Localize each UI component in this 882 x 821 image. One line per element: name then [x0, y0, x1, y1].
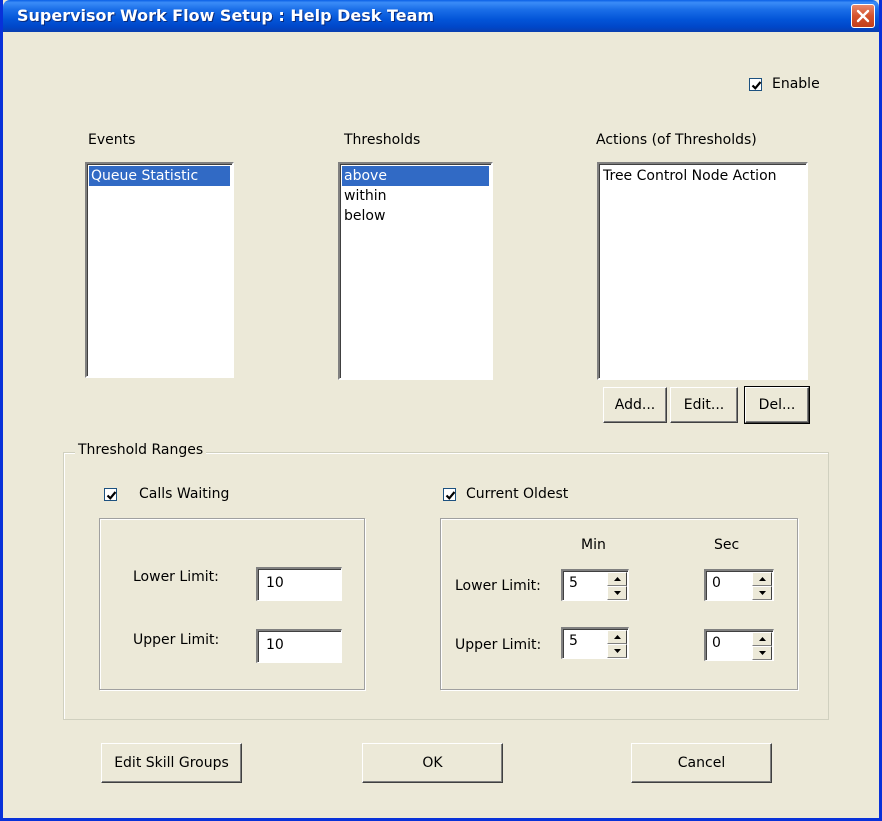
- actions-listbox[interactable]: Tree Control Node Action: [597, 162, 808, 380]
- upper-sec-value: 0: [712, 635, 721, 651]
- arrow-up-icon: [614, 577, 621, 581]
- events-listbox[interactable]: Queue Statistic: [85, 162, 234, 378]
- lower-sec-spinner[interactable]: 0: [704, 569, 774, 601]
- thresholds-header: Thresholds: [344, 132, 421, 148]
- calls-waiting-label: Calls Waiting: [139, 486, 230, 502]
- calls-waiting-upper-input[interactable]: 10: [256, 629, 342, 663]
- list-item[interactable]: above: [342, 166, 489, 186]
- list-item[interactable]: within: [342, 186, 489, 206]
- events-header: Events: [88, 132, 136, 148]
- dialog-window: Supervisor Work Flow Setup : Help Desk T…: [0, 0, 882, 821]
- arrow-up-icon: [759, 577, 766, 581]
- spin-down-button[interactable]: [607, 586, 627, 600]
- delete-action-button[interactable]: Del...: [744, 386, 810, 424]
- arrow-up-icon: [759, 637, 766, 641]
- spinner-arrows: [607, 572, 627, 600]
- current-oldest-lower-label: Lower Limit:: [455, 578, 541, 594]
- calls-waiting-lower-label: Lower Limit:: [133, 569, 219, 585]
- checkmark-icon: [751, 81, 762, 90]
- add-action-button[interactable]: Add...: [603, 387, 667, 423]
- spin-up-button[interactable]: [607, 572, 627, 586]
- current-oldest-panel: [440, 518, 798, 690]
- current-oldest-checkbox[interactable]: [443, 488, 456, 501]
- window-title: Supervisor Work Flow Setup : Help Desk T…: [17, 6, 435, 25]
- spin-down-button[interactable]: [752, 646, 772, 660]
- spin-down-button[interactable]: [607, 644, 627, 658]
- calls-waiting-lower-input[interactable]: 10: [256, 567, 342, 601]
- actions-header: Actions (of Thresholds): [596, 132, 757, 148]
- upper-min-spinner[interactable]: 5: [561, 627, 629, 659]
- title-bar[interactable]: Supervisor Work Flow Setup : Help Desk T…: [3, 0, 879, 32]
- list-item[interactable]: Queue Statistic: [89, 166, 230, 186]
- upper-min-value: 5: [569, 633, 578, 649]
- cancel-button[interactable]: Cancel: [631, 743, 772, 783]
- list-item-label: above: [344, 168, 387, 184]
- spin-up-button[interactable]: [752, 572, 772, 586]
- checkmark-icon: [106, 491, 117, 500]
- close-button[interactable]: [851, 4, 875, 28]
- ok-button[interactable]: OK: [362, 743, 503, 783]
- spin-up-button[interactable]: [607, 630, 627, 644]
- checkmark-icon: [445, 491, 456, 500]
- threshold-ranges-title: Threshold Ranges: [75, 442, 207, 458]
- spinner-arrows: [752, 572, 772, 600]
- spin-up-button[interactable]: [752, 632, 772, 646]
- list-item-label: Queue Statistic: [91, 168, 199, 184]
- enable-checkbox[interactable]: [749, 78, 762, 91]
- arrow-down-icon: [759, 591, 766, 595]
- thresholds-listbox[interactable]: above within below: [338, 162, 493, 380]
- arrow-down-icon: [759, 651, 766, 655]
- list-item-label: within: [344, 188, 387, 204]
- arrow-up-icon: [614, 635, 621, 639]
- spinner-arrows: [752, 632, 772, 660]
- calls-waiting-upper-label: Upper Limit:: [133, 632, 220, 648]
- lower-min-value: 5: [569, 575, 578, 591]
- enable-label: Enable: [772, 76, 820, 92]
- calls-waiting-panel: [99, 518, 365, 690]
- lower-sec-value: 0: [712, 575, 721, 591]
- arrow-down-icon: [614, 649, 621, 653]
- current-oldest-upper-label: Upper Limit:: [455, 637, 542, 653]
- upper-sec-spinner[interactable]: 0: [704, 629, 774, 661]
- list-item-label: Tree Control Node Action: [603, 168, 777, 184]
- current-oldest-label: Current Oldest: [466, 486, 569, 502]
- sec-header: Sec: [714, 537, 740, 553]
- edit-skill-groups-button[interactable]: Edit Skill Groups: [101, 743, 242, 783]
- list-item[interactable]: below: [342, 206, 489, 226]
- calls-waiting-checkbox[interactable]: [104, 488, 117, 501]
- list-item-label: below: [344, 208, 386, 224]
- list-item[interactable]: Tree Control Node Action: [601, 166, 804, 186]
- spinner-arrows: [607, 630, 627, 658]
- edit-action-button[interactable]: Edit...: [670, 387, 738, 423]
- arrow-down-icon: [614, 591, 621, 595]
- spin-down-button[interactable]: [752, 586, 772, 600]
- lower-min-spinner[interactable]: 5: [561, 569, 629, 601]
- close-icon: [856, 9, 870, 23]
- min-header: Min: [581, 537, 606, 553]
